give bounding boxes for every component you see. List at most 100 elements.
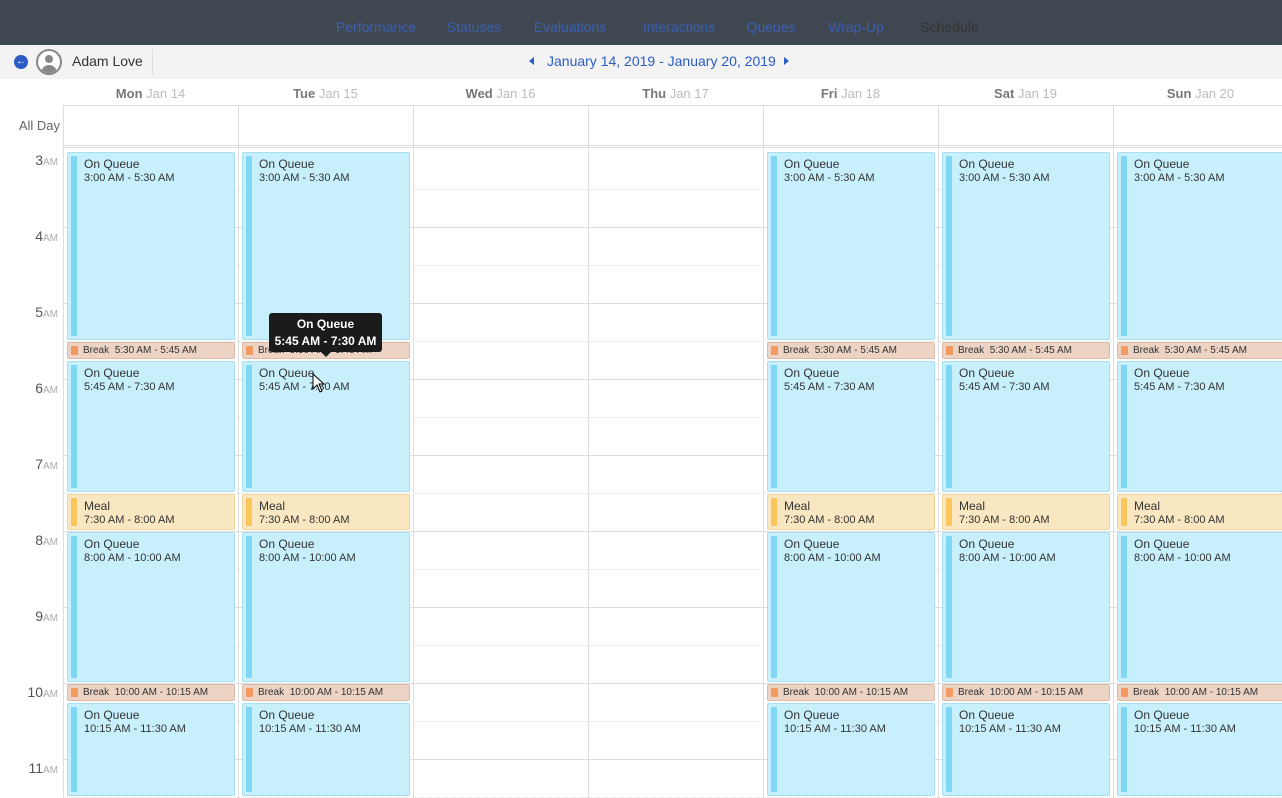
event-time: 10:00 AM - 10:15 AM [114,687,209,698]
on-queue-event-mon[interactable]: On Queue 3:00 AM - 5:30 AM [67,152,235,340]
day-name: Mon [115,86,143,101]
tab-schedule[interactable]: Schedule [898,10,1001,45]
event-color-bar [946,688,953,697]
hour-ampm: AM [43,613,58,624]
break-event-sun[interactable]: Break 5:30 AM - 5:45 AM [1117,342,1282,359]
tab-interactions[interactable]: Interactions [624,10,734,45]
event-time: 3:00 AM - 5:30 AM [959,172,1050,184]
meal-event-fri[interactable]: Meal 7:30 AM - 8:00 AM [767,494,935,530]
day-column-divider [938,105,939,798]
event-title: Meal [1134,499,1161,513]
meal-event-sun[interactable]: Meal 7:30 AM - 8:00 AM [1117,494,1282,530]
event-time: 10:00 AM - 10:15 AM [1164,687,1259,698]
day-header-wed: Wed Jan 16 [413,86,588,101]
event-time: 5:45 AM - 7:30 AM [959,381,1050,393]
hour-ampm: AM [43,385,58,396]
break-event-mon[interactable]: Break 10:00 AM - 10:15 AM [67,684,235,701]
on-queue-event-tue[interactable]: On Queue 10:15 AM - 11:30 AM [242,703,410,796]
break-event-sun[interactable]: Break 10:00 AM - 10:15 AM [1117,684,1282,701]
on-queue-event-tue[interactable]: On Queue 3:00 AM - 5:30 AM [242,152,410,340]
tab-label: Schedule [920,19,979,35]
day-header-sat: Sat Jan 19 [938,86,1113,101]
day-column-divider [763,105,764,798]
hour-number: 4 [35,228,43,244]
tab-statuses[interactable]: Statuses [428,10,520,45]
on-queue-event-mon[interactable]: On Queue 5:45 AM - 7:30 AM [67,361,235,492]
event-time: 7:30 AM - 8:00 AM [1134,514,1225,526]
break-event-fri[interactable]: Break 10:00 AM - 10:15 AM [767,684,935,701]
on-queue-event-fri[interactable]: On Queue 3:00 AM - 5:30 AM [767,152,935,340]
meal-event-sat[interactable]: Meal 7:30 AM - 8:00 AM [942,494,1110,530]
on-queue-event-sun[interactable]: On Queue 5:45 AM - 7:30 AM [1117,361,1282,492]
tab-queues[interactable]: Queues [732,10,810,45]
event-title: On Queue [259,366,315,380]
event-label: Break 10:00 AM - 10:15 AM [83,687,208,698]
break-event-tue[interactable]: Break 10:00 AM - 10:15 AM [242,684,410,701]
next-week-arrow-icon[interactable] [784,57,789,65]
hour-number: 11 [28,760,43,776]
meal-event-mon[interactable]: Meal 7:30 AM - 8:00 AM [67,494,235,530]
day-column-divider [413,105,414,798]
event-title: On Queue [959,537,1015,551]
hour-ampm: AM [43,689,58,700]
on-queue-event-fri[interactable]: On Queue 8:00 AM - 10:00 AM [767,532,935,682]
tab-evaluations[interactable]: Evaluations [516,10,624,45]
event-time: 3:00 AM - 5:30 AM [259,172,350,184]
day-name: Fri [820,86,838,101]
event-color-bar [946,365,952,488]
on-queue-event-tue[interactable]: On Queue 5:45 AM - 7:30 AM [242,361,410,492]
on-queue-event-sat[interactable]: On Queue 5:45 AM - 7:30 AM [942,361,1110,492]
on-queue-event-sat[interactable]: On Queue 10:15 AM - 11:30 AM [942,703,1110,796]
event-color-bar [1121,536,1127,678]
event-title: On Queue [84,708,140,722]
hour-ampm: AM [43,309,58,320]
break-event-mon[interactable]: Break 5:30 AM - 5:45 AM [67,342,235,359]
event-color-bar [246,707,252,792]
tab-performance[interactable]: Performance [316,10,436,45]
back-arrow-icon[interactable]: ← [14,55,28,69]
break-event-sat[interactable]: Break 5:30 AM - 5:45 AM [942,342,1110,359]
tab-wrap-up[interactable]: Wrap-Up [810,10,902,45]
break-event-sat[interactable]: Break 10:00 AM - 10:15 AM [942,684,1110,701]
all-day-row[interactable] [63,105,1282,148]
hour-number: 6 [35,380,43,396]
all-day-label: All Day [18,118,60,133]
event-title: Break [958,687,985,698]
meal-event-tue[interactable]: Meal 7:30 AM - 8:00 AM [242,494,410,530]
day-date: Jan 14 [146,86,186,101]
event-time: 10:00 AM - 10:15 AM [989,687,1084,698]
event-time: 5:45 AM - 7:30 AM [1134,381,1225,393]
hour-number: 10 [27,684,43,700]
event-time: 7:30 AM - 8:00 AM [259,514,350,526]
event-time: 3:00 AM - 5:30 AM [1134,172,1225,184]
on-queue-event-mon[interactable]: On Queue 10:15 AM - 11:30 AM [67,703,235,796]
event-time: 5:45 AM - 7:30 AM [784,381,875,393]
event-color-bar [71,365,77,488]
event-label: Break 5:30 AM - 5:45 AM [1133,345,1247,356]
event-color-bar [1121,707,1127,792]
event-title: On Queue [959,366,1015,380]
event-title: On Queue [84,366,140,380]
on-queue-event-sun[interactable]: On Queue 10:15 AM - 11:30 AM [1117,703,1282,796]
break-event-fri[interactable]: Break 5:30 AM - 5:45 AM [767,342,935,359]
day-header-tue: Tue Jan 15 [238,86,413,101]
date-range-link[interactable]: January 14, 2019 - January 20, 2019 [547,53,776,69]
on-queue-event-mon[interactable]: On Queue 8:00 AM - 10:00 AM [67,532,235,682]
on-queue-event-sat[interactable]: On Queue 3:00 AM - 5:30 AM [942,152,1110,340]
day-name: Sun [1166,86,1192,101]
event-label: Break 10:00 AM - 10:15 AM [1133,687,1258,698]
on-queue-event-fri[interactable]: On Queue 5:45 AM - 7:30 AM [767,361,935,492]
event-color-bar [246,498,252,526]
day-column-divider [1113,105,1114,798]
event-color-bar [71,346,78,355]
event-time: 10:15 AM - 11:30 AM [1134,723,1236,735]
on-queue-event-sun[interactable]: On Queue 8:00 AM - 10:00 AM [1117,532,1282,682]
on-queue-event-fri[interactable]: On Queue 10:15 AM - 11:30 AM [767,703,935,796]
prev-week-arrow-icon[interactable] [529,57,534,65]
on-queue-event-tue[interactable]: On Queue 8:00 AM - 10:00 AM [242,532,410,682]
mouse-cursor-icon [312,373,326,393]
on-queue-event-sun[interactable]: On Queue 3:00 AM - 5:30 AM [1117,152,1282,340]
event-color-bar [771,536,777,678]
event-color-bar [946,498,952,526]
on-queue-event-sat[interactable]: On Queue 8:00 AM - 10:00 AM [942,532,1110,682]
